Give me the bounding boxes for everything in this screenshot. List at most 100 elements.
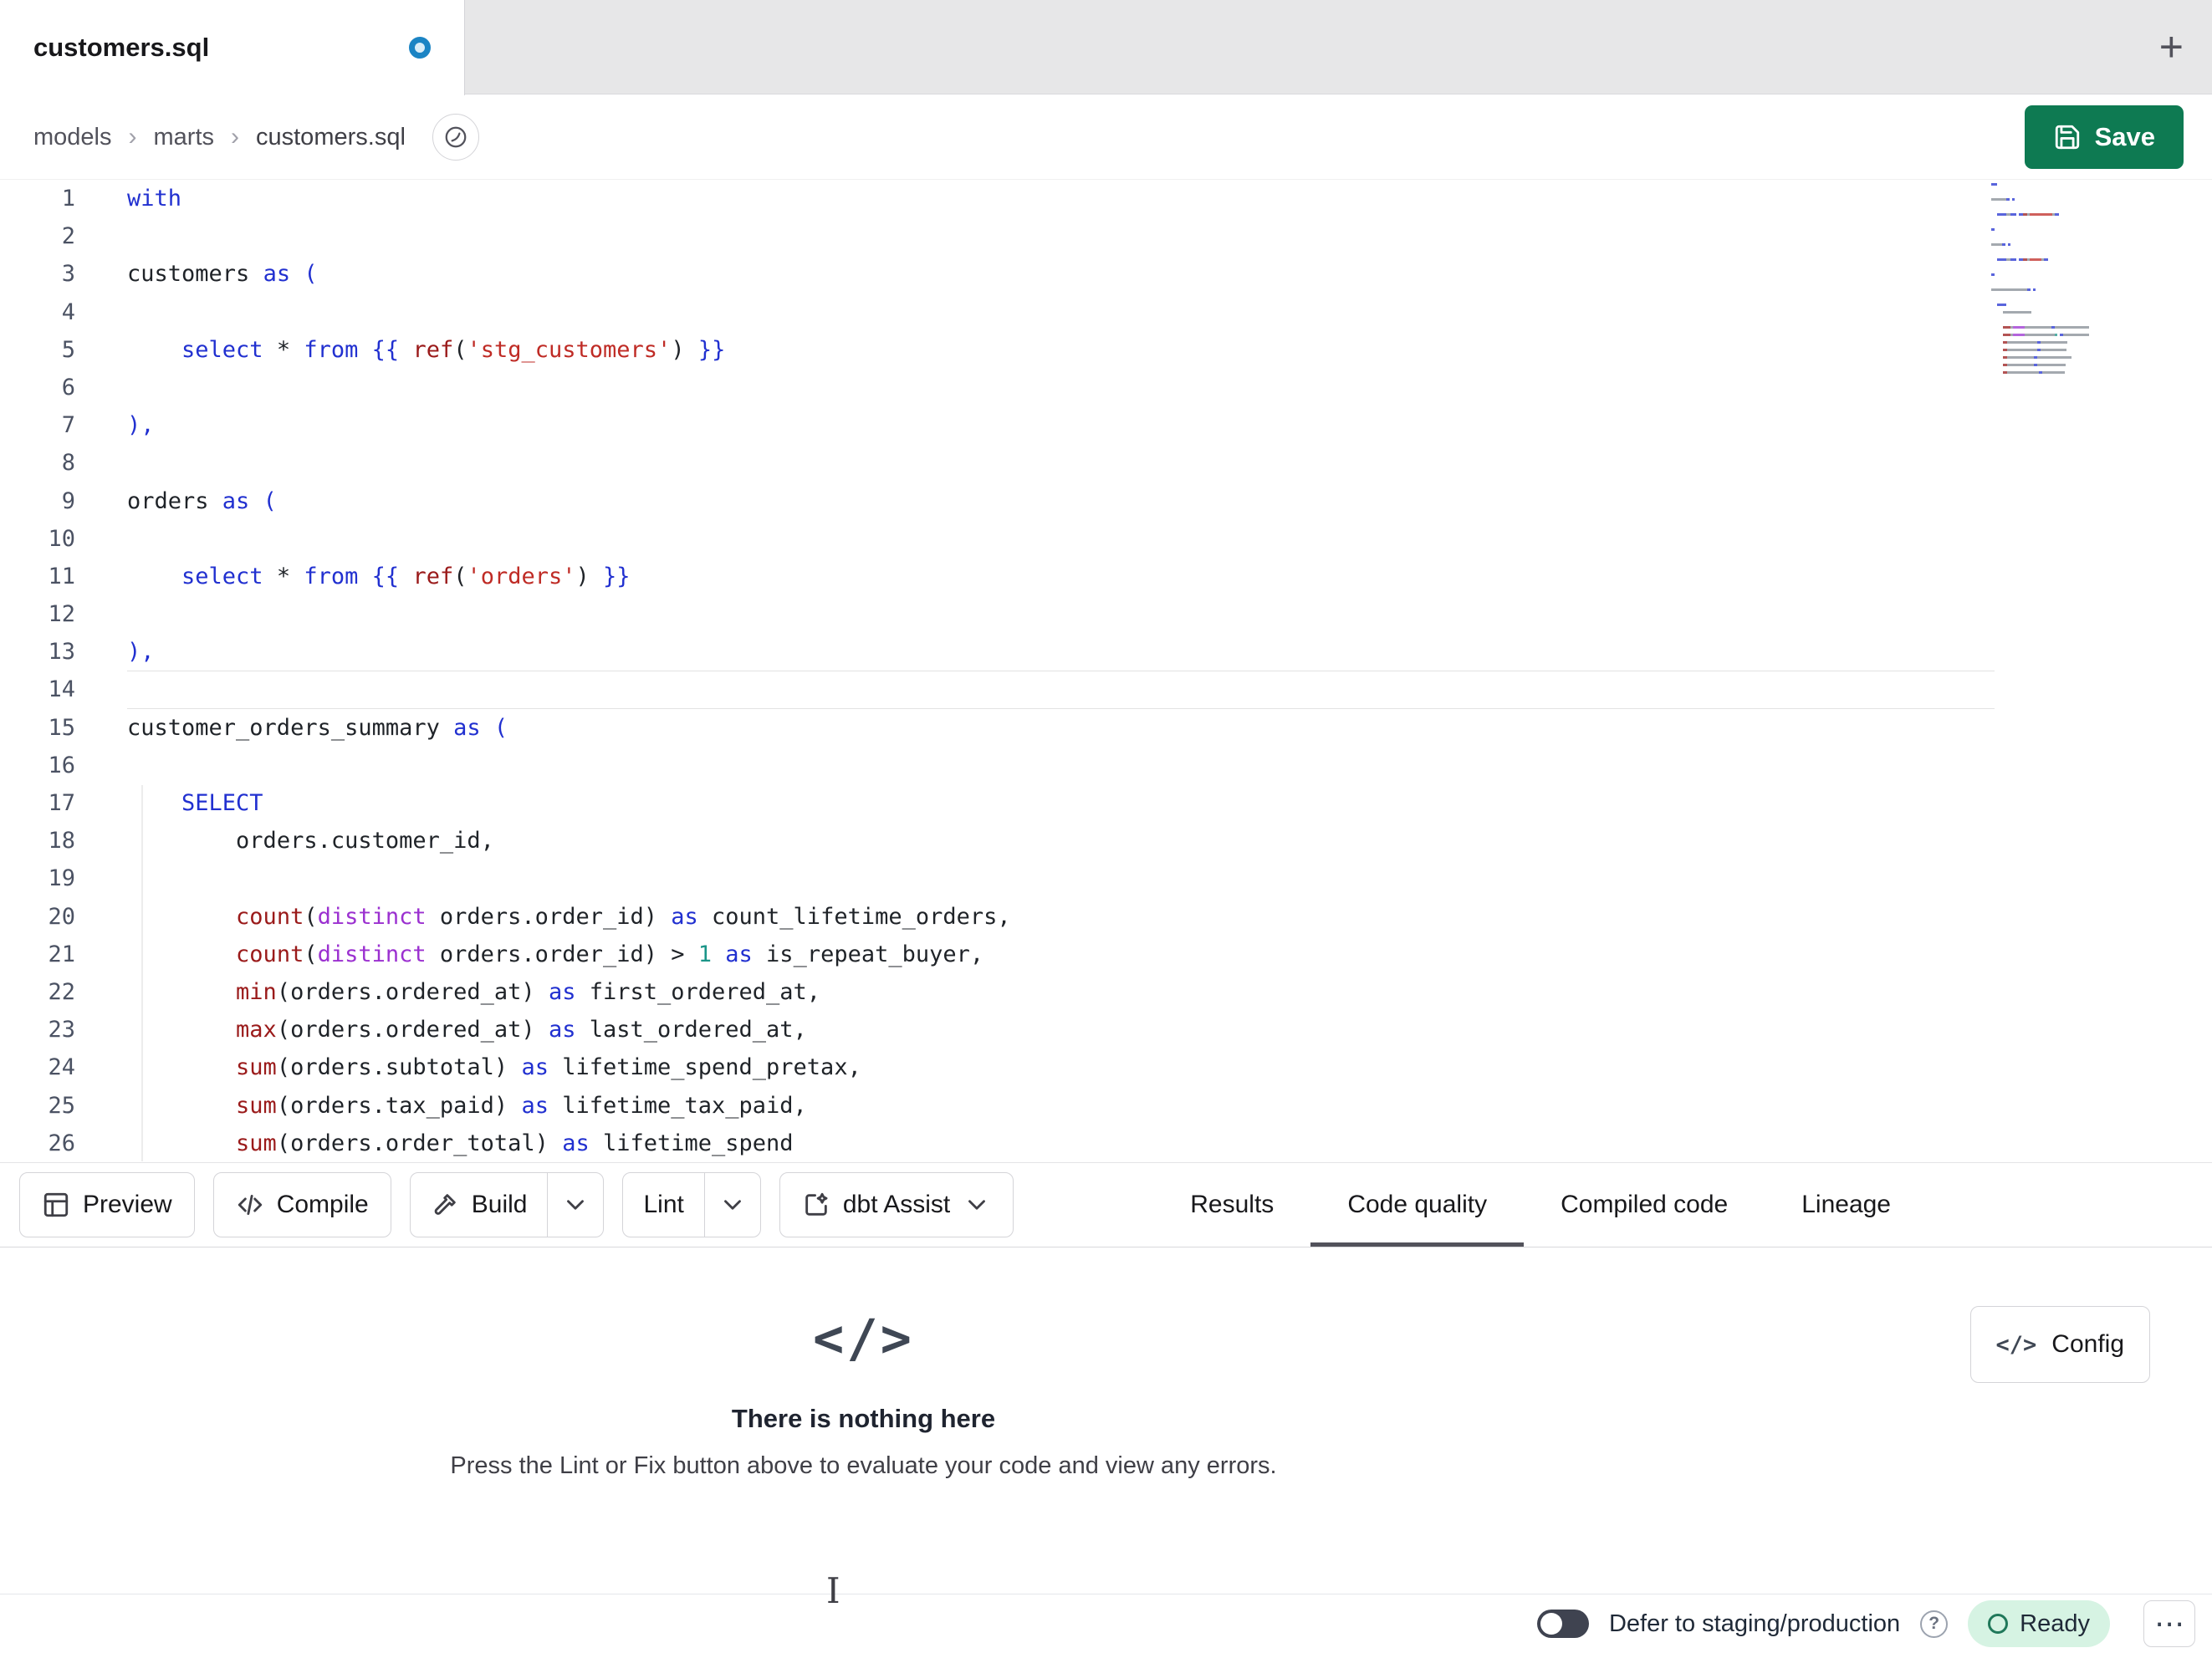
code-line[interactable]: SELECT <box>127 784 1995 822</box>
code-line[interactable]: sum(orders.subtotal) as lifetime_spend_p… <box>127 1048 1995 1086</box>
code-row[interactable]: 19 <box>0 860 2212 897</box>
line-number: 18 <box>48 828 75 855</box>
build-button[interactable]: Build <box>411 1173 548 1237</box>
code-row[interactable]: 10 <box>0 520 2212 558</box>
code-line[interactable]: ), <box>127 406 1995 444</box>
overflow-menu-button[interactable]: ⋯ <box>2143 1600 2195 1647</box>
lint-dropdown-button[interactable] <box>703 1173 760 1237</box>
config-button[interactable]: </> Config <box>1969 1306 2150 1383</box>
code-line[interactable]: select * from {{ ref('orders') }} <box>127 558 1995 595</box>
tab-lineage[interactable]: Lineage <box>1765 1163 1928 1247</box>
empty-state-subtitle: Press the Lint or Fix button above to ev… <box>450 1452 1277 1479</box>
help-icon[interactable]: ? <box>1920 1610 1949 1638</box>
tab-results[interactable]: Results <box>1153 1163 1310 1247</box>
code-line[interactable] <box>127 293 1995 331</box>
code-line[interactable]: ), <box>127 633 1995 671</box>
code-line[interactable] <box>127 369 1995 406</box>
code-row[interactable]: 23 max(orders.ordered_at) as last_ordere… <box>0 1011 2212 1048</box>
code-row[interactable]: 12 <box>0 595 2212 633</box>
code-row[interactable]: 13), <box>0 633 2212 671</box>
code-line[interactable] <box>127 747 1995 784</box>
code-line[interactable]: max(orders.ordered_at) as last_ordered_a… <box>127 1011 1995 1048</box>
code-line[interactable]: sum(orders.tax_paid) as lifetime_tax_pai… <box>127 1087 1995 1125</box>
new-tab-button[interactable]: + <box>2159 26 2184 68</box>
chevron-down-icon <box>968 1200 986 1210</box>
line-number: 8 <box>61 450 75 477</box>
minimap-line <box>1991 296 2118 298</box>
code-line[interactable] <box>127 217 1995 255</box>
results-tab-bar: Results Code quality Compiled code Linea… <box>1153 1163 2212 1247</box>
minimap-line <box>1991 304 2118 306</box>
code-line[interactable]: select * from {{ ref('stg_customers') }} <box>127 331 1995 369</box>
code-row[interactable]: 11 select * from {{ ref('orders') }} <box>0 558 2212 595</box>
code-row[interactable]: 24 sum(orders.subtotal) as lifetime_spen… <box>0 1048 2212 1086</box>
code-row[interactable]: 1 with <box>0 180 2212 217</box>
code-row[interactable]: 14 <box>0 671 2212 708</box>
code-line[interactable]: with <box>127 180 1995 217</box>
code-line[interactable]: count(distinct orders.order_id) as count… <box>127 898 1995 936</box>
code-line[interactable] <box>127 671 1995 708</box>
code-line[interactable] <box>127 860 1995 897</box>
line-number: 4 <box>61 298 75 325</box>
tab-bar: customers.sql + <box>0 0 2212 95</box>
code-row[interactable]: 7), <box>0 406 2212 444</box>
line-number: 10 <box>48 525 75 552</box>
code-row[interactable]: 6 <box>0 369 2212 406</box>
dbt-assist-button[interactable]: dbt Assist <box>779 1172 1014 1237</box>
code-line[interactable]: orders as ( <box>127 482 1995 520</box>
code-line[interactable]: min(orders.ordered_at) as first_ordered_… <box>127 973 1995 1011</box>
breadcrumb-item-models[interactable]: models <box>33 124 112 151</box>
save-button[interactable]: Save <box>2024 105 2184 169</box>
code-row[interactable]: 8 <box>0 444 2212 482</box>
code-row[interactable]: 18 orders.customer_id, <box>0 822 2212 860</box>
breadcrumb-item-file[interactable]: customers.sql <box>256 124 406 151</box>
code-row[interactable]: 22 min(orders.ordered_at) as first_order… <box>0 973 2212 1011</box>
minimap[interactable] <box>1991 183 2118 379</box>
code-line[interactable]: customers as ( <box>127 255 1995 293</box>
minimap-line <box>1991 258 2118 261</box>
line-number: 26 <box>48 1130 75 1156</box>
code-row[interactable]: 16 <box>0 747 2212 784</box>
code-line[interactable]: sum(orders.order_total) as lifetime_spen… <box>127 1125 1995 1162</box>
code-row[interactable]: 26 sum(orders.order_total) as lifetime_s… <box>0 1125 2212 1162</box>
code-line[interactable]: orders.customer_id, <box>127 822 1995 860</box>
toolbar-buttons: Preview Compile Build Lint dbt Assist <box>19 1172 1014 1237</box>
ready-status-icon <box>1988 1614 2009 1634</box>
code-row[interactable]: 9 orders as ( <box>0 482 2212 520</box>
line-number: 17 <box>48 790 75 816</box>
tab-compiled-code[interactable]: Compiled code <box>1524 1163 1765 1247</box>
code-row[interactable]: 17 SELECT <box>0 784 2212 822</box>
code-line[interactable]: customer_orders_summary as ( <box>127 709 1995 747</box>
code-line[interactable] <box>127 595 1995 633</box>
code-row[interactable]: 3 customers as ( <box>0 255 2212 293</box>
code-row[interactable]: 21 count(distinct orders.order_id) > 1 a… <box>0 936 2212 973</box>
model-actions-button[interactable] <box>432 114 479 161</box>
code-row[interactable]: 20 count(distinct orders.order_id) as co… <box>0 898 2212 936</box>
line-number: 22 <box>48 978 75 1005</box>
lint-button[interactable]: Lint <box>623 1173 703 1237</box>
code-line[interactable] <box>127 520 1995 558</box>
code-row[interactable]: 25 sum(orders.tax_paid) as lifetime_tax_… <box>0 1087 2212 1125</box>
circle-arrow-icon <box>445 126 467 148</box>
minimap-line <box>1991 356 2118 359</box>
code-row[interactable]: 15 customer_orders_summary as ( <box>0 709 2212 747</box>
line-number: 14 <box>48 676 75 703</box>
tab-customers-sql[interactable]: customers.sql <box>0 0 465 95</box>
tab-code-quality[interactable]: Code quality <box>1310 1163 1524 1247</box>
minimap-line <box>1991 319 2118 321</box>
defer-toggle[interactable] <box>1536 1610 1589 1638</box>
code-line[interactable]: count(distinct orders.order_id) > 1 as i… <box>127 936 1995 973</box>
preview-button[interactable]: Preview <box>19 1172 195 1237</box>
code-line[interactable] <box>127 444 1995 482</box>
minimap-line <box>1991 266 2118 268</box>
line-number: 13 <box>48 639 75 666</box>
code-row[interactable]: 4 <box>0 293 2212 331</box>
build-dropdown-button[interactable] <box>547 1173 603 1237</box>
minimap-line <box>1991 281 2118 283</box>
breadcrumb-item-marts[interactable]: marts <box>154 124 215 151</box>
code-row[interactable]: 2 <box>0 217 2212 255</box>
code-row[interactable]: 5 select * from {{ ref('stg_customers') … <box>0 331 2212 369</box>
minimap-line <box>1991 191 2118 193</box>
code-editor[interactable]: 1 with 2 3 customers as ( 4 5 select * from {{… <box>0 180 2212 1162</box>
compile-button[interactable]: Compile <box>212 1172 391 1237</box>
